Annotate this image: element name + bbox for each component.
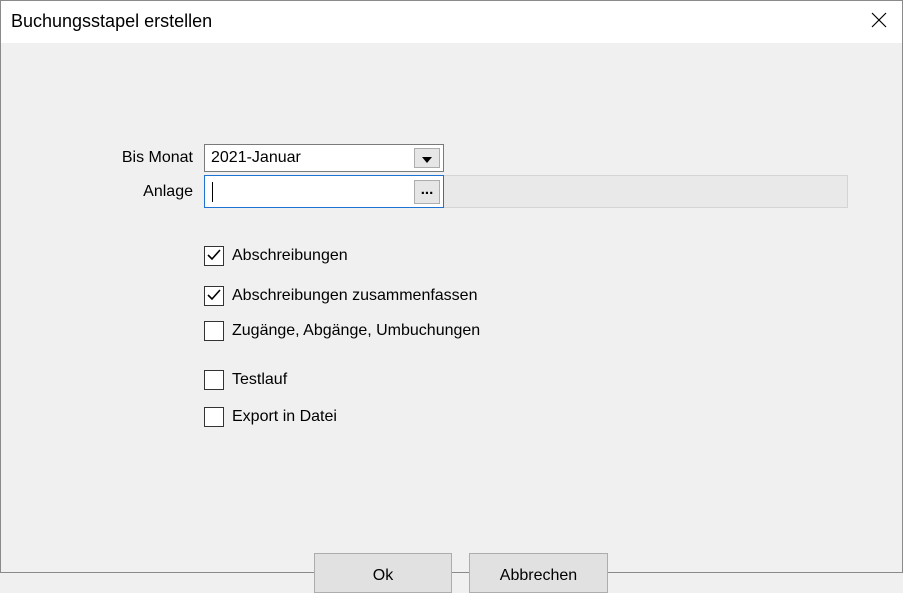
anlage-input[interactable]: ... [204,175,444,208]
window-title: Buchungsstapel erstellen [11,11,213,31]
month-dropdown-button[interactable] [414,148,440,168]
check-icon [207,246,221,266]
checkbox-testlauf[interactable] [204,370,224,390]
anlage-browse-button[interactable]: ... [414,180,440,204]
anlage-label: Anlage [143,183,193,200]
checkbox-abschreibungen[interactable] [204,246,224,266]
checkbox-label: Abschreibungen zusammenfassen [232,287,478,304]
dialog-window: Buchungsstapel erstellen Bis Monat 2021-… [0,0,903,593]
ok-button[interactable]: Ok [314,553,452,593]
checkbox-label: Testlauf [232,371,288,388]
close-icon [871,12,887,33]
option-abschreibungen[interactable]: Abschreibungen [204,245,348,267]
checkbox-export-in-datei[interactable] [204,407,224,427]
option-testlauf[interactable]: Testlauf [204,369,287,391]
title-bar: Buchungsstapel erstellen [1,1,902,43]
chevron-down-icon [422,148,432,168]
check-icon [207,286,221,306]
cancel-button[interactable]: Abbrechen [469,553,608,593]
checkbox-zugaenge[interactable] [204,321,224,341]
option-zugaenge[interactable]: Zugänge, Abgänge, Umbuchungen [204,320,480,342]
month-label: Bis Monat [121,149,193,166]
text-caret [212,182,213,202]
checkbox-label: Zugänge, Abgänge, Umbuchungen [232,322,481,339]
anlage-description-display [444,175,848,208]
checkbox-label: Export in Datei [232,408,337,425]
checkbox-label: Abschreibungen [232,247,348,264]
month-select[interactable]: 2021-Januar [204,144,444,172]
option-export-in-datei[interactable]: Export in Datei [204,406,337,428]
close-button[interactable] [856,1,902,43]
option-abschreibungen-zusammenfassen[interactable]: Abschreibungen zusammenfassen [204,285,477,307]
checkbox-abschreibungen-zusammenfassen[interactable] [204,286,224,306]
month-select-value: 2021-Januar [211,149,301,166]
